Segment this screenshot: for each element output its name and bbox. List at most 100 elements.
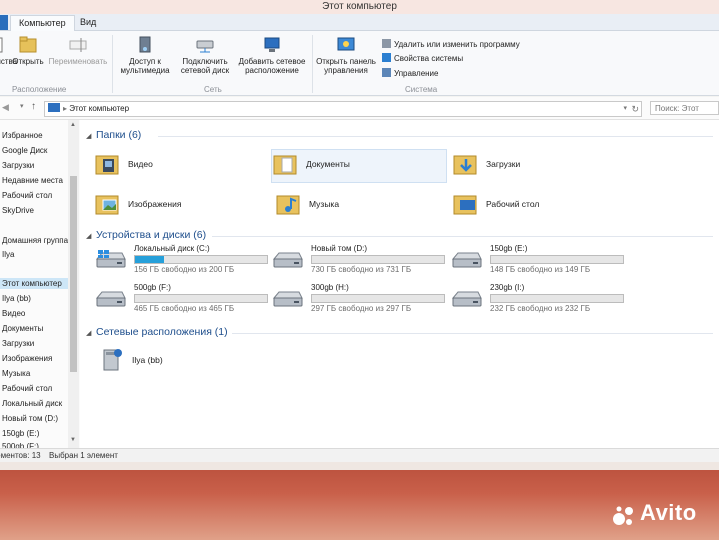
system-properties-item[interactable]: Свойства системы [382, 53, 463, 65]
network-section-header[interactable]: Сетевые расположения (1) [96, 326, 228, 338]
refresh-icon[interactable]: ↻ [631, 102, 639, 116]
drive-free-space: 232 ГБ свободно из 232 ГБ [490, 304, 591, 313]
media-access-button[interactable]: Доступ к мультимедиа [116, 35, 174, 75]
folder-music[interactable]: Музыка [275, 190, 425, 220]
sidebar-item[interactable]: Загрузки [2, 338, 34, 349]
watermark-text: Avito [640, 500, 697, 525]
folder-label: Музыка [309, 199, 340, 209]
address-bar[interactable]: ▸ Этот компьютер ▾ ↻ [44, 101, 642, 117]
uninstall-program-item[interactable]: Удалить или изменить программу [382, 39, 520, 51]
drive-usage-bar [134, 294, 268, 303]
navigation-bar: ◀ ▾ ↑ ▸ Этот компьютер ▾ ↻ Поиск: Этот к… [0, 97, 719, 127]
collapse-chevron-icon[interactable]: ◢ [86, 132, 91, 140]
network-drive-icon [196, 40, 214, 53]
sidebar-item[interactable]: Google Диск [2, 145, 47, 156]
content-pane: ◢ Папки (6) Видео Документы Загрузки Изо… [80, 120, 719, 448]
folder-downloads[interactable]: Загрузки [452, 150, 602, 180]
management-item[interactable]: Управление [382, 68, 438, 80]
folder-label: Видео [128, 159, 153, 169]
drive-name: 500gb (F:) [134, 283, 171, 292]
documents-folder-icon [273, 155, 297, 175]
drive-tile[interactable]: 500gb (F:) 465 ГБ свободно из 465 ГБ [94, 283, 270, 317]
drive-usage-fill [135, 256, 165, 263]
sidebar-header-favorites[interactable]: Избранное [2, 130, 43, 141]
scroll-down-icon[interactable]: ▼ [70, 437, 76, 443]
sidebar-header-this-pc[interactable]: Этот компьютер [0, 278, 68, 289]
sidebar-item[interactable]: Рабочий стол [2, 383, 52, 394]
drive-free-space: 465 ГБ свободно из 465 ГБ [134, 304, 235, 313]
sidebar-item[interactable]: Видео [2, 308, 25, 319]
drive-name: 230gb (I:) [490, 283, 525, 292]
sidebar-item[interactable]: SkyDrive [2, 205, 34, 216]
folder-desktop[interactable]: Рабочий стол [452, 190, 602, 220]
collapse-chevron-icon[interactable]: ◢ [86, 232, 91, 240]
up-arrow-icon[interactable]: ↑ [31, 101, 36, 112]
programs-icon [382, 39, 391, 48]
map-drive-label: Подключить сетевой диск [180, 57, 230, 75]
folder-video[interactable]: Видео [94, 150, 244, 180]
system-properties-label: Свойства системы [394, 54, 464, 63]
add-network-location-button[interactable]: Добавить сетевое расположение [234, 35, 310, 75]
computer-icon [48, 103, 60, 112]
drive-tile[interactable]: 300gb (H:) 297 ГБ свободно из 297 ГБ [271, 283, 447, 317]
address-dropdown-icon[interactable]: ▾ [623, 102, 627, 116]
search-input[interactable]: Поиск: Этот комп... [650, 101, 719, 127]
open-button[interactable]: Открыть [10, 35, 46, 66]
sidebar-item[interactable]: Недавние места [2, 175, 63, 186]
sidebar-scroll-thumb[interactable] [70, 176, 77, 372]
drive-free-space: 156 ГБ свободно из 200 ГБ [134, 265, 235, 274]
map-drive-button[interactable]: Подключить сетевой диск [176, 35, 234, 75]
rename-button[interactable]: Переименовать [46, 35, 110, 66]
network-server-icon [103, 349, 122, 371]
back-arrow-icon[interactable]: ◀ [2, 102, 9, 113]
open-control-panel-button[interactable]: Открыть панель управления [314, 35, 378, 75]
sidebar-item[interactable]: Рабочий стол [2, 190, 52, 201]
sidebar-item[interactable]: Музыка [2, 368, 30, 379]
sidebar-item[interactable]: Ilya (bb) [2, 293, 31, 304]
sidebar-item[interactable]: Документы [2, 323, 43, 334]
rename-label: Переименовать [48, 57, 108, 66]
drive-usage-bar [490, 255, 624, 264]
sidebar-item[interactable]: 150gb (E:) [2, 428, 39, 439]
sidebar-header-homegroup[interactable]: Домашняя группа [2, 235, 68, 246]
hard-drive-icon [272, 252, 303, 268]
properties-button[interactable]: Свойства [0, 35, 17, 66]
hard-drive-icon [272, 291, 303, 307]
sidebar-item[interactable]: 500gb (F:) [2, 441, 39, 448]
collapse-chevron-icon[interactable]: ◢ [86, 329, 91, 337]
checkmark-icon [382, 53, 391, 62]
open-control-panel-label: Открыть панель управления [316, 57, 376, 75]
devices-section-header[interactable]: Устройства и диски (6) [96, 229, 206, 241]
sidebar-item[interactable]: Загрузки [2, 160, 34, 171]
file-tab[interactable] [0, 15, 8, 30]
management-icon [382, 68, 391, 77]
tab-computer[interactable]: Компьютер [10, 15, 75, 31]
history-chevron-icon[interactable]: ▾ [20, 102, 24, 110]
title-bar: Этот компьютер [0, 0, 719, 14]
uninstall-program-label: Удалить или изменить программу [394, 40, 520, 49]
network-location-item[interactable]: Ilya (bb) [98, 346, 248, 378]
drive-name: 300gb (H:) [311, 283, 349, 292]
drive-free-space: 730 ГБ свободно из 731 ГБ [311, 265, 412, 274]
drive-tile[interactable]: Новый том (D:) 730 ГБ свободно из 731 ГБ [271, 244, 447, 278]
folder-documents[interactable]: Документы [271, 149, 447, 183]
network-location-label: Ilya (bb) [132, 355, 163, 365]
media-server-icon [139, 36, 151, 53]
drive-tile[interactable]: 230gb (I:) 232 ГБ свободно из 232 ГБ [450, 283, 626, 317]
scroll-up-icon[interactable]: ▲ [70, 122, 76, 128]
sidebar-item[interactable]: Изображения [2, 353, 52, 364]
window-title: Этот компьютер [322, 1, 397, 12]
sidebar-item[interactable]: Ilya [2, 249, 14, 260]
drive-name: 150gb (E:) [490, 244, 528, 253]
open-icon [19, 36, 37, 53]
tab-view[interactable]: Вид [72, 15, 104, 30]
sidebar-item[interactable]: Локальный диск [2, 398, 62, 409]
drive-name: Локальный диск (C:) [134, 244, 210, 253]
drive-tile[interactable]: 150gb (E:) 148 ГБ свободно из 149 ГБ [450, 244, 626, 278]
drive-tile[interactable]: Локальный диск (C:) 156 ГБ свободно из 20… [94, 244, 270, 278]
open-label: Открыть [12, 57, 44, 66]
location-group-label: Расположение [12, 85, 67, 94]
folder-pictures[interactable]: Изображения [94, 190, 244, 220]
folders-section-header[interactable]: Папки (6) [96, 129, 141, 141]
sidebar-item[interactable]: Новый том (D:) [2, 413, 58, 424]
